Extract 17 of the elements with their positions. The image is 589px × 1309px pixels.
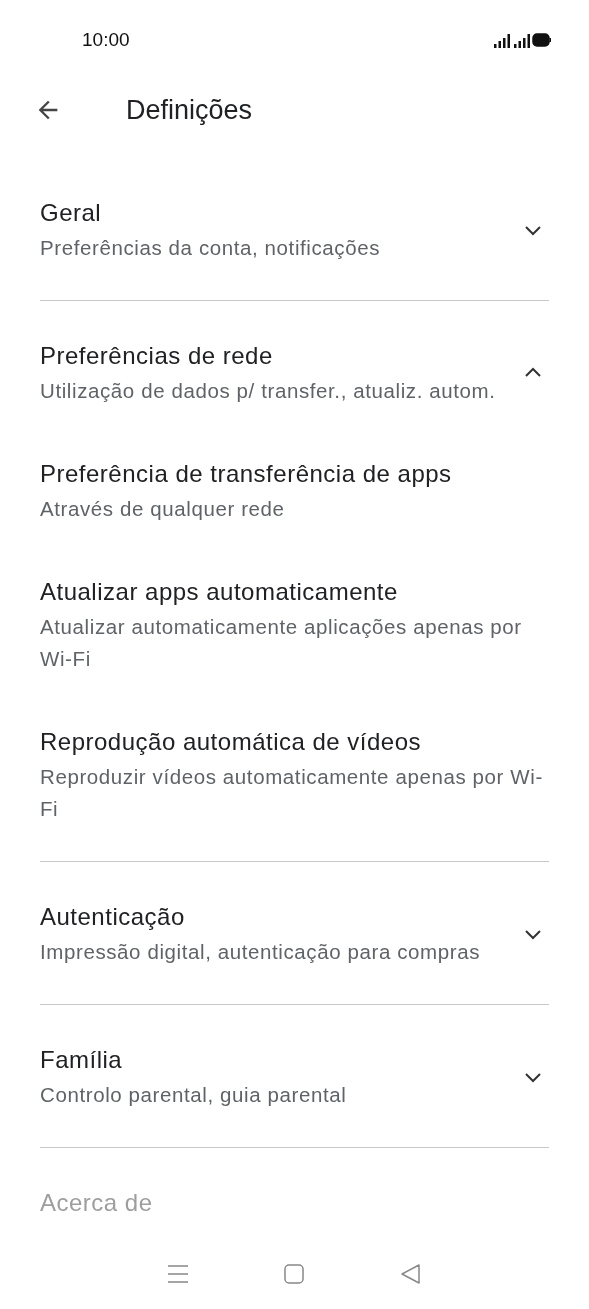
section-subtitle: Preferências da conta, notificações [40, 235, 382, 261]
setting-title[interactable]: Preferência de transferência de apps [40, 457, 549, 491]
setting-subtitle: Reproduzir vídeos automaticamente apenas por Wi-Fi [40, 764, 544, 822]
setting-title[interactable]: Atualizar apps automaticamente [40, 575, 549, 609]
section-subtitle: Utilização de dados p/ transfer., atualiz. autom. [40, 378, 497, 404]
status-icons [494, 32, 551, 48]
section-subtitle: Impressão digital, autenticação para compras [40, 939, 482, 965]
section-title[interactable]: Família [40, 1043, 497, 1077]
setting-title[interactable]: Reprodução automática de vídeos [40, 725, 549, 759]
section-title[interactable]: Preferências de rede [40, 339, 497, 373]
setting-subtitle: Através de qualquer rede [40, 496, 286, 522]
setting-subtitle: Atualizar automaticamente aplicações apenas por Wi-Fi [40, 614, 523, 672]
section-subtitle: Controlo parental, guia parental [40, 1082, 348, 1108]
status-time: 10:00 [82, 29, 130, 51]
section-title[interactable]: Autenticação [40, 900, 497, 934]
section-title[interactable]: Geral [40, 196, 497, 230]
page-title: Definições [126, 94, 253, 126]
